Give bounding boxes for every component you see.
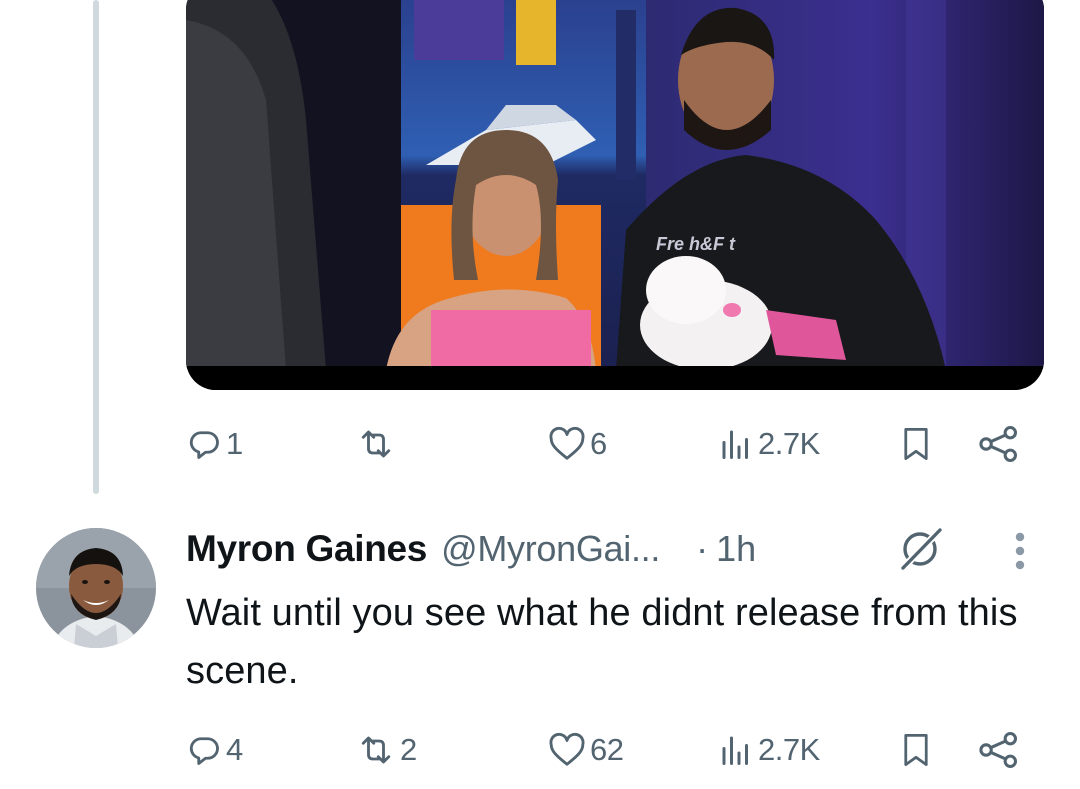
separator-dot: · — [696, 528, 709, 569]
reply-button[interactable]: 1 — [186, 424, 243, 464]
author-name[interactable]: Myron Gaines — [186, 528, 427, 570]
bookmark-icon — [898, 425, 934, 463]
repost-icon — [356, 426, 396, 462]
bookmark-button[interactable] — [898, 424, 934, 464]
heart-icon — [548, 732, 586, 768]
views-bar-chart-icon — [718, 732, 754, 768]
reply-icon — [186, 426, 222, 462]
heart-icon — [548, 426, 586, 462]
views-button[interactable]: 2.7K — [718, 730, 820, 770]
share-icon — [978, 424, 1020, 464]
reply-button[interactable]: 4 — [186, 730, 243, 770]
avatar[interactable] — [36, 528, 156, 648]
repost-button[interactable] — [356, 424, 400, 464]
thread-connector-line — [93, 0, 99, 494]
reply-action-bar: 4 2 62 2.7K — [186, 730, 1036, 770]
views-count: 2.7K — [758, 426, 820, 461]
share-button[interactable] — [978, 424, 1020, 464]
repost-icon — [356, 732, 396, 768]
profile-photo — [36, 528, 156, 648]
grok-icon[interactable] — [896, 522, 946, 574]
reply-icon — [186, 732, 222, 768]
views-bar-chart-icon — [718, 426, 754, 462]
top-tweet-action-bar: 1 6 2.7K — [186, 424, 1036, 464]
reply-text: Wait until you see what he didnt release… — [186, 592, 1018, 692]
repost-button[interactable]: 2 — [356, 730, 417, 770]
repost-count: 2 — [400, 732, 417, 767]
more-options-icon[interactable] — [1004, 530, 1036, 574]
timestamp[interactable]: 1h — [716, 528, 756, 570]
share-button[interactable] — [978, 730, 1020, 770]
bookmark-button[interactable] — [898, 730, 934, 770]
author-handle[interactable]: @MyronGai... — [441, 528, 660, 570]
like-count: 62 — [590, 732, 624, 767]
like-button[interactable]: 6 — [548, 424, 607, 464]
like-count: 6 — [590, 426, 607, 461]
like-button[interactable]: 62 — [548, 730, 624, 770]
reply-header: Myron Gaines @MyronGai... · 1h — [186, 524, 756, 574]
bookmark-icon — [898, 731, 934, 769]
tweet-media-video[interactable]: Fre h&F t — [186, 0, 1044, 390]
reply-count: 4 — [226, 732, 243, 767]
media-caption-text: Fre h&F t — [656, 234, 736, 254]
share-icon — [978, 730, 1020, 770]
views-button[interactable]: 2.7K — [718, 424, 820, 464]
reply-count: 1 — [226, 426, 243, 461]
video-frame-illustration: Fre h&F t — [186, 0, 1044, 390]
views-count: 2.7K — [758, 732, 820, 767]
